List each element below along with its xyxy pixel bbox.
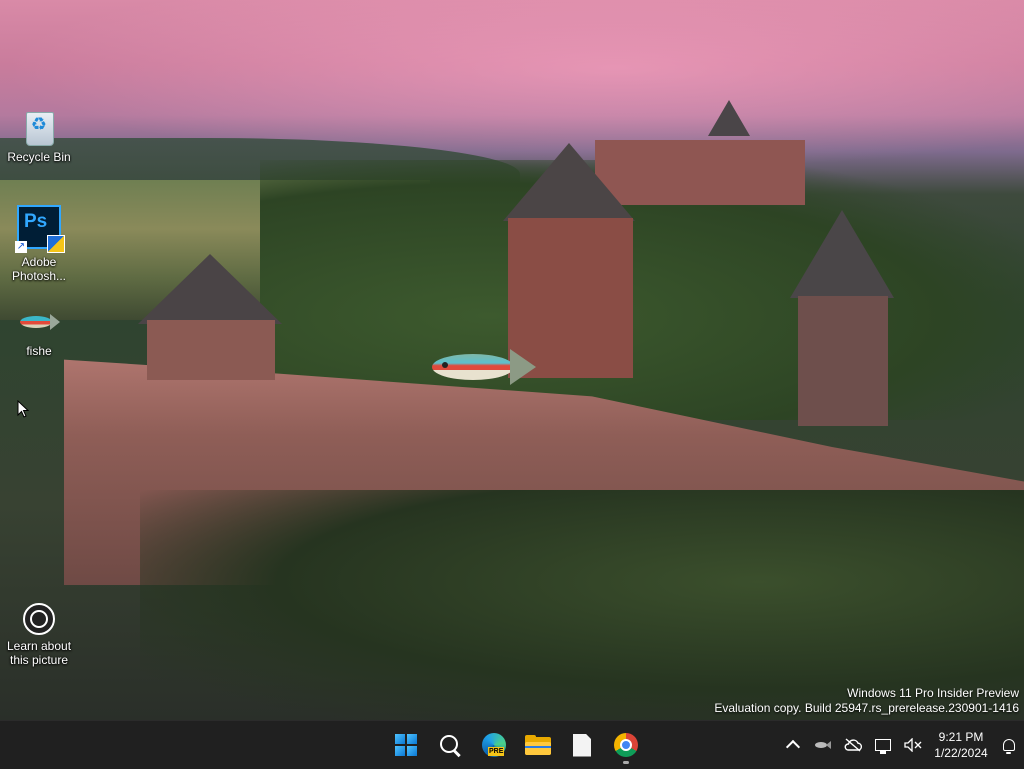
desktop-icon-photoshop[interactable]: Ps ↗ Adobe Photosh... — [1, 205, 77, 283]
bell-icon — [1003, 739, 1015, 754]
windows-start-icon — [395, 734, 417, 756]
start-button[interactable] — [386, 725, 426, 765]
clock-date: 1/22/2024 — [934, 746, 988, 760]
volume-button[interactable] — [898, 725, 928, 765]
cloud-offline-icon — [844, 738, 863, 752]
running-indicator — [623, 761, 629, 764]
tray-fish-app-button[interactable] — [808, 725, 838, 765]
chevron-up-icon — [785, 739, 801, 755]
notifications-button[interactable] — [994, 725, 1024, 765]
desktop-icon-recycle-bin[interactable]: ♻ Recycle Bin — [1, 108, 77, 164]
file-explorer-button[interactable] — [518, 725, 558, 765]
wallpaper-gate-tower — [147, 320, 275, 380]
wallpaper-tower-roof — [503, 143, 635, 221]
desktop[interactable]: ♻ Recycle Bin Ps ↗ Adobe Photosh... fishe… — [0, 0, 1024, 720]
windows-build-watermark: Windows 11 Pro Insider Preview Evaluatio… — [714, 686, 1019, 716]
folder-icon — [525, 735, 551, 755]
show-hidden-icons-button[interactable] — [778, 725, 808, 765]
edge-pre-icon: PRE — [482, 733, 506, 757]
network-button[interactable] — [868, 725, 898, 765]
edge-pre-button[interactable]: PRE — [474, 725, 514, 765]
fish-tray-icon — [815, 741, 831, 749]
wallpaper-round-tower — [798, 296, 888, 426]
taskbar: PRE 9:21 PM 1/22/2024 — [0, 720, 1024, 769]
desktop-fish-animation[interactable] — [432, 346, 540, 388]
speaker-muted-icon — [904, 738, 922, 752]
desktop-icon-label: Learn about this picture — [6, 639, 72, 667]
clock-time: 9:21 PM — [938, 730, 984, 744]
desktop-icon-label: fishe — [26, 344, 52, 358]
wallpaper-round-tower-roof — [790, 210, 894, 298]
desktop-icon-label: Adobe Photosh... — [11, 255, 67, 283]
wallpaper-castle-spire — [708, 100, 750, 136]
chrome-button[interactable] — [606, 725, 646, 765]
taskbar-apps: PRE — [384, 721, 648, 769]
search-button[interactable] — [430, 725, 470, 765]
watermark-edition: Windows 11 Pro Insider Preview — [847, 686, 1019, 700]
chrome-icon — [614, 733, 638, 757]
clock-button[interactable]: 9:21 PM 1/22/2024 — [928, 729, 994, 761]
onedrive-button[interactable] — [838, 725, 868, 765]
fish-icon — [16, 312, 62, 332]
watermark-build: Evaluation copy. Build 25947.rs_prerelea… — [714, 701, 1019, 715]
system-tray: 9:21 PM 1/22/2024 — [778, 721, 1024, 769]
learn-about-picture-icon — [23, 603, 55, 635]
notepad-button[interactable] — [562, 725, 602, 765]
desktop-icon-fishe[interactable]: fishe — [1, 312, 77, 358]
search-icon — [439, 734, 461, 758]
document-icon — [573, 733, 591, 757]
recycle-bin-icon: ♻ — [22, 108, 56, 146]
photoshop-icon: Ps ↗ — [15, 205, 65, 253]
desktop-icon-learn-about-picture[interactable]: Learn about this picture — [1, 603, 77, 667]
desktop-icon-label: Recycle Bin — [7, 150, 71, 164]
wallpaper-gate-tower-roof — [138, 254, 282, 324]
edge-pre-badge: PRE — [488, 747, 505, 756]
mouse-cursor-icon — [17, 400, 29, 418]
network-icon — [875, 739, 891, 754]
